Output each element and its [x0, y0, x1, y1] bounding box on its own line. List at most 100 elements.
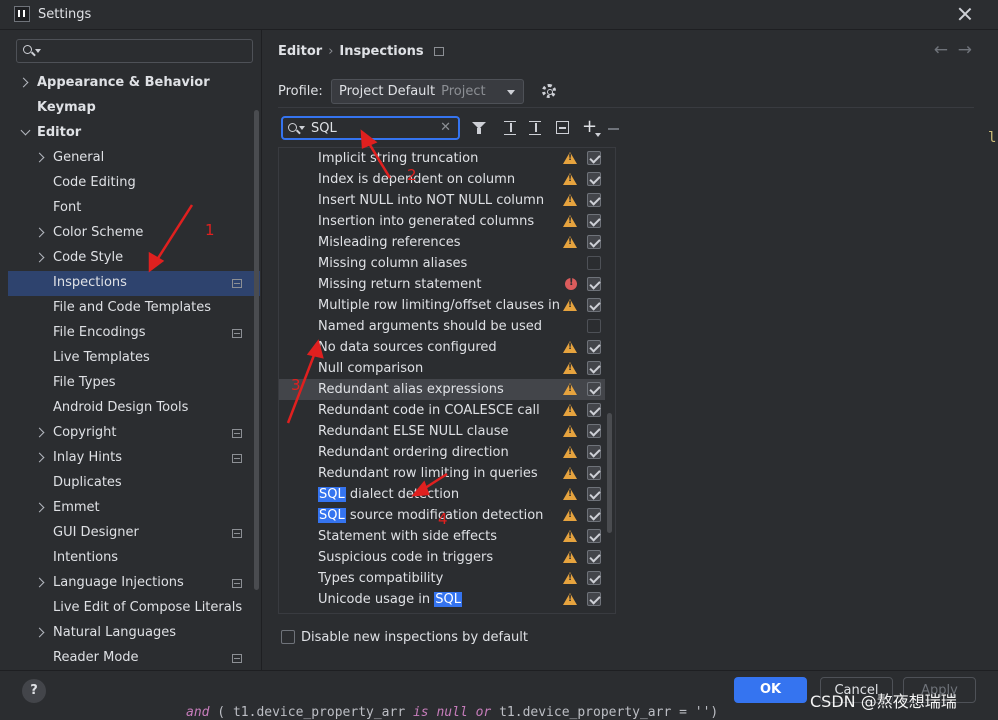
add-icon[interactable]: +: [582, 116, 598, 137]
sidebar-scrollbar[interactable]: [254, 110, 259, 590]
filter-funnel-icon[interactable]: [471, 120, 487, 136]
sidebar-item[interactable]: GUI Designer: [8, 521, 260, 546]
inspection-row[interactable]: Insertion into generated columns: [279, 211, 605, 232]
sidebar-item[interactable]: File and Code Templates: [8, 296, 260, 321]
settings-search-input[interactable]: [16, 39, 253, 63]
sidebar-item[interactable]: Reader Mode: [8, 646, 260, 671]
sidebar-item[interactable]: Font: [8, 196, 260, 221]
sidebar-item[interactable]: Language Injections: [8, 571, 260, 596]
inspection-row[interactable]: Redundant ELSE NULL clause: [279, 421, 605, 442]
inspection-enabled-checkbox[interactable]: [587, 193, 601, 207]
expand-all-icon[interactable]: [503, 120, 519, 136]
add-dropdown-caret-icon[interactable]: [595, 133, 601, 137]
sidebar-item[interactable]: Editor: [8, 121, 260, 146]
sidebar-item[interactable]: Copyright: [8, 421, 260, 446]
chevron-down-icon[interactable]: [20, 125, 31, 136]
inspection-enabled-checkbox[interactable]: [587, 424, 601, 438]
inspection-enabled-checkbox[interactable]: [587, 466, 601, 480]
back-arrow-icon[interactable]: ←: [934, 40, 948, 60]
inspection-row[interactable]: Insert NULL into NOT NULL column: [279, 190, 605, 211]
search-history-caret-icon[interactable]: [299, 126, 305, 130]
inspection-row[interactable]: Index is dependent on column: [279, 169, 605, 190]
sidebar-item[interactable]: File Encodings: [8, 321, 260, 346]
inspection-row[interactable]: Named arguments should be used: [279, 316, 605, 337]
inspection-enabled-checkbox[interactable]: [587, 508, 601, 522]
inspection-enabled-checkbox[interactable]: [587, 571, 601, 585]
chevron-right-icon[interactable]: [34, 627, 45, 638]
inspection-row[interactable]: Redundant ordering direction: [279, 442, 605, 463]
inspection-row[interactable]: Missing column aliases: [279, 253, 605, 274]
sidebar-item[interactable]: Duplicates: [8, 471, 260, 496]
sidebar-item[interactable]: Live Templates: [8, 346, 260, 371]
sidebar-item[interactable]: Keymap: [8, 96, 260, 121]
breadcrumb-editor[interactable]: Editor: [278, 44, 322, 59]
inspection-row[interactable]: Multiple row limiting/offset clauses in …: [279, 295, 605, 316]
ok-button[interactable]: OK: [734, 677, 807, 703]
inspection-row[interactable]: Missing return statement: [279, 274, 605, 295]
chevron-right-icon[interactable]: [18, 77, 29, 88]
profile-select[interactable]: Project Default Project: [331, 79, 524, 104]
sidebar-item[interactable]: Inlay Hints: [8, 446, 260, 471]
inspection-filter-input[interactable]: SQL ✕: [281, 116, 460, 140]
inspection-enabled-checkbox[interactable]: [587, 361, 601, 375]
inspection-enabled-checkbox[interactable]: [587, 445, 601, 459]
inspection-enabled-checkbox[interactable]: [587, 529, 601, 543]
inspection-row[interactable]: Unicode usage in SQL: [279, 589, 605, 610]
inspection-enabled-checkbox[interactable]: [587, 403, 601, 417]
inspection-enabled-checkbox[interactable]: [587, 319, 601, 333]
inspection-row[interactable]: Misleading references: [279, 232, 605, 253]
inspection-row[interactable]: Statement with side effects: [279, 526, 605, 547]
inspection-enabled-checkbox[interactable]: [587, 235, 601, 249]
sidebar-item[interactable]: Android Design Tools: [8, 396, 260, 421]
inspection-row[interactable]: Redundant code in COALESCE call: [279, 400, 605, 421]
chevron-right-icon[interactable]: [34, 427, 45, 438]
help-button[interactable]: ?: [22, 679, 46, 703]
sidebar-item[interactable]: General: [8, 146, 260, 171]
inspection-row[interactable]: SQL dialect detection: [279, 484, 605, 505]
close-icon[interactable]: [956, 5, 974, 23]
reset-to-default-icon[interactable]: [555, 120, 571, 136]
inspection-enabled-checkbox[interactable]: [587, 172, 601, 186]
chevron-right-icon[interactable]: [34, 452, 45, 463]
sidebar-item[interactable]: Color Scheme: [8, 221, 260, 246]
inspection-enabled-checkbox[interactable]: [587, 277, 601, 291]
inspection-enabled-checkbox[interactable]: [587, 340, 601, 354]
inspection-enabled-checkbox[interactable]: [587, 487, 601, 501]
inspection-enabled-checkbox[interactable]: [587, 592, 601, 606]
sidebar-item[interactable]: Inspections: [8, 271, 260, 296]
clear-filter-icon[interactable]: ✕: [440, 120, 451, 135]
inspection-row[interactable]: No data sources configured: [279, 337, 605, 358]
remove-icon[interactable]: [607, 121, 623, 137]
chevron-right-icon[interactable]: [34, 227, 45, 238]
sidebar-item[interactable]: Appearance & Behavior: [8, 71, 260, 96]
gear-icon[interactable]: [542, 84, 556, 98]
inspection-enabled-checkbox[interactable]: [587, 256, 601, 270]
inspection-row[interactable]: Suspicious code in triggers: [279, 547, 605, 568]
inspection-enabled-checkbox[interactable]: [587, 214, 601, 228]
sidebar-item[interactable]: Emmet: [8, 496, 260, 521]
sidebar-item[interactable]: File Types: [8, 371, 260, 396]
sidebar-item[interactable]: Intentions: [8, 546, 260, 571]
disable-new-inspections-checkbox[interactable]: [281, 630, 295, 644]
inspection-enabled-checkbox[interactable]: [587, 382, 601, 396]
inspection-list-scrollbar[interactable]: [607, 413, 612, 533]
search-history-caret-icon[interactable]: [35, 49, 41, 53]
collapse-all-icon[interactable]: [528, 120, 544, 136]
inspection-row[interactable]: Redundant alias expressions: [279, 379, 605, 400]
sidebar-item[interactable]: Code Editing: [8, 171, 260, 196]
inspection-enabled-checkbox[interactable]: [587, 298, 601, 312]
inspection-enabled-checkbox[interactable]: [587, 151, 601, 165]
chevron-right-icon[interactable]: [34, 152, 45, 163]
chevron-right-icon[interactable]: [34, 502, 45, 513]
forward-arrow-icon[interactable]: →: [958, 40, 972, 60]
inspection-row[interactable]: Null comparison: [279, 358, 605, 379]
sidebar-item[interactable]: Code Style: [8, 246, 260, 271]
inspection-row[interactable]: Implicit string truncation: [279, 148, 605, 169]
chevron-right-icon[interactable]: [34, 252, 45, 263]
sidebar-item[interactable]: Live Edit of Compose Literals: [8, 596, 260, 621]
sidebar-item[interactable]: Natural Languages: [8, 621, 260, 646]
inspection-row[interactable]: Redundant row limiting in queries: [279, 463, 605, 484]
inspection-row[interactable]: Types compatibility: [279, 568, 605, 589]
inspection-enabled-checkbox[interactable]: [587, 550, 601, 564]
inspection-row[interactable]: SQL source modification detection: [279, 505, 605, 526]
